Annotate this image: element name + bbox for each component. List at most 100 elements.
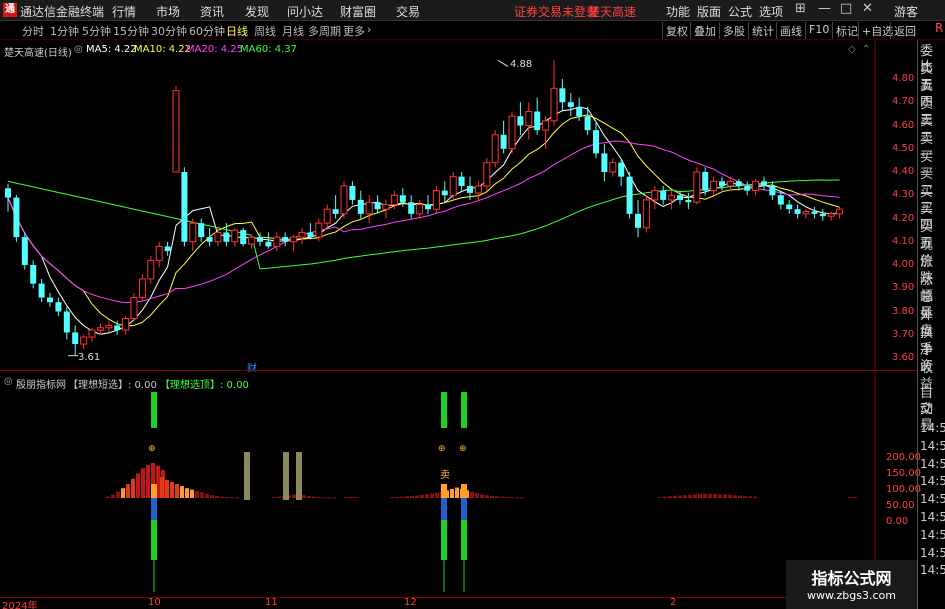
histogram-bar [738, 495, 742, 498]
candle-body-up [726, 180, 734, 187]
btn-fuquan[interactable]: 复权 [662, 22, 691, 39]
green-signal-bar-bottom [151, 520, 157, 560]
period-more[interactable]: 更多 [343, 23, 365, 39]
candle-body-up [340, 185, 348, 215]
menu-wenxiaoda[interactable]: 问小达 [287, 3, 323, 20]
period-60min[interactable]: 60分钟 [189, 23, 225, 39]
settings-icon[interactable]: ◎ [74, 44, 83, 55]
period-30min[interactable]: 30分钟 [151, 23, 187, 39]
trade-login-warning[interactable]: 证券交易未登录 [514, 3, 598, 20]
candle-body-up [550, 87, 558, 122]
trade-time: 14:56 [920, 474, 945, 489]
candle-body-down [601, 153, 608, 172]
btn-duogu[interactable]: 多股 [719, 22, 748, 39]
candle-body-up [668, 194, 676, 201]
histogram-bar [490, 495, 494, 498]
histogram-bar [410, 495, 414, 498]
histogram-bar [131, 478, 135, 498]
period-1min[interactable]: 1分钟 [50, 23, 79, 39]
menu-faxian[interactable]: 发现 [245, 3, 269, 20]
candle-body-down [458, 176, 465, 186]
histogram-bar [190, 489, 194, 498]
period-multi[interactable]: 多周期 [308, 23, 341, 39]
menu-caifuquan[interactable]: 财富圈 [340, 3, 376, 20]
menu-gongshi[interactable]: 公式 [728, 3, 752, 20]
histogram-bar [480, 494, 484, 498]
btn-fanhui[interactable]: 返回 [890, 22, 919, 39]
histogram-bar [126, 484, 130, 498]
indicator-tick-label: 100.00 [886, 484, 921, 495]
menu-gongneng[interactable]: 功能 [666, 3, 690, 20]
histogram-bar [327, 497, 331, 499]
histogram-bar [723, 494, 727, 498]
menu-banmian[interactable]: 版面 [697, 3, 721, 20]
chart-option-icon[interactable]: ◇ [848, 44, 856, 55]
x-label-nov: 11 [265, 597, 278, 608]
candle-body-up [390, 194, 398, 206]
candle-body-up [122, 317, 130, 331]
candle-body-down [702, 172, 709, 191]
histogram-bar [470, 491, 474, 498]
candle-body-up [508, 115, 516, 150]
period-monthly[interactable]: 月线 [282, 23, 304, 39]
menu-hangqing[interactable]: 行情 [112, 3, 136, 20]
menu-jiaoyi[interactable]: 交易 [396, 3, 420, 20]
trade-time: 14:5 [920, 563, 945, 578]
histogram-bar [450, 488, 454, 498]
candlestick-chart[interactable] [0, 40, 876, 370]
candle-body-down [399, 195, 406, 203]
period-weekly[interactable]: 周线 [254, 23, 276, 39]
menu-shichang[interactable]: 市场 [156, 3, 180, 20]
candle-body-down [63, 311, 70, 333]
candle-body-up [710, 180, 718, 192]
period-daily[interactable]: 日线 [226, 23, 248, 39]
histogram-bar [425, 494, 429, 498]
candle-body-down [257, 237, 263, 242]
close-icon[interactable]: ✕ [862, 1, 873, 16]
histogram-bar [400, 496, 404, 498]
candle-body-down [38, 283, 45, 298]
candle-body-up [189, 222, 197, 243]
btn-tongji[interactable]: 统计 [748, 22, 777, 39]
indicator-settings-icon[interactable]: ◎ [4, 376, 13, 387]
indicator-chart[interactable] [0, 372, 876, 597]
menu-xuanxiang[interactable]: 选项 [759, 3, 783, 20]
histogram-bar [853, 496, 857, 498]
histogram-bar [195, 491, 199, 498]
maximize-icon[interactable]: □ [840, 1, 852, 16]
btn-f10[interactable]: F10 [805, 22, 832, 39]
btn-diejia[interactable]: 叠加 [690, 22, 719, 39]
histogram-bar [121, 488, 125, 498]
candle-body-up [138, 278, 146, 299]
period-15min[interactable]: 15分钟 [113, 23, 149, 39]
btn-huaxian[interactable]: 画线 [776, 22, 805, 39]
candle-body-up [382, 204, 390, 210]
candle-body-up [80, 336, 88, 345]
indicator-legend-1: 【理想短选】: 0.00 [68, 380, 157, 391]
watermark-url: www.zbgs3.com [807, 589, 896, 602]
x-label-oct: 10 [148, 597, 161, 608]
trade-time: 14:56 [920, 492, 945, 507]
grid-icon[interactable]: ⊞ [795, 1, 806, 16]
minimize-icon[interactable]: — [818, 1, 831, 16]
candle-body-up [836, 208, 844, 215]
histogram-bar [307, 495, 311, 498]
btn-biaoji[interactable]: 标记 [832, 22, 861, 39]
candle-body-up [416, 204, 424, 215]
period-fenshi[interactable]: 分时 [22, 23, 44, 39]
chevron-right-icon[interactable]: › [367, 23, 371, 36]
menu-zixun[interactable]: 资讯 [200, 3, 224, 20]
app-logo-icon: 通 [3, 3, 17, 17]
candle-body-up [491, 134, 499, 164]
ma60-legend: MA60: 4.37 [240, 44, 298, 55]
candle-body-up [88, 329, 96, 338]
chart-expand-icon[interactable]: ⌃ [862, 44, 870, 55]
pane-divider[interactable] [0, 370, 917, 371]
histogram-bar [430, 493, 434, 498]
period-5min[interactable]: 5分钟 [82, 23, 111, 39]
candle-body-up [693, 171, 701, 203]
histogram-bar [420, 494, 424, 498]
histogram-bar [733, 495, 737, 498]
candle-body-down [777, 195, 784, 205]
user-label[interactable]: 游客 [894, 3, 918, 20]
